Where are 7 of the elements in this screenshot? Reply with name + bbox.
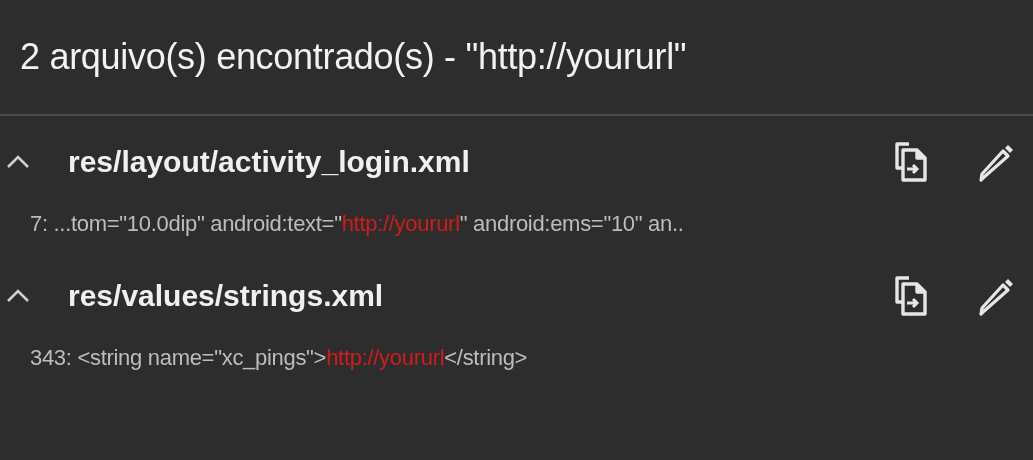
file-path[interactable]: res/layout/activity_login.xml — [68, 145, 893, 179]
match-line[interactable]: 343: <string name="xc_pings">http://yoururl</string> — [0, 332, 1033, 384]
match-line[interactable]: 7: ...tom="10.0dip" android:text="http://yoururl" android:ems="10" an.. — [0, 198, 1033, 250]
collapse-icon[interactable] — [6, 155, 30, 169]
search-results-title: 2 arquivo(s) encontrado(s) - "http://yoururl" — [20, 36, 687, 78]
collapse-icon[interactable] — [6, 289, 30, 303]
file-path[interactable]: res/values/strings.xml — [68, 279, 893, 313]
